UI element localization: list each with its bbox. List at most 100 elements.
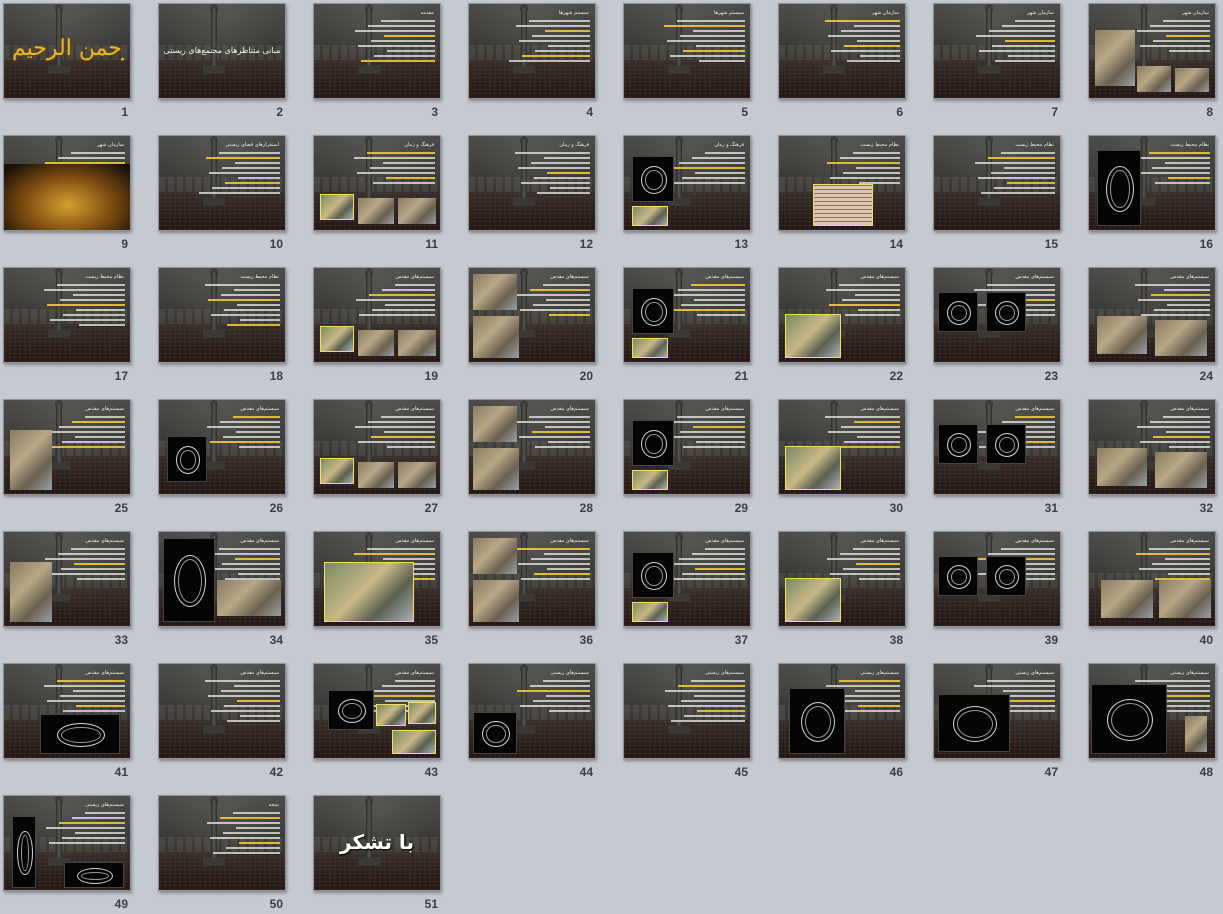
slide-thumbnail[interactable]: سیستم‌های مقدس	[623, 267, 751, 363]
slide-thumbnail[interactable]: نظام محیط زیست	[933, 135, 1061, 231]
slide-cell: مقدمه 3	[312, 2, 441, 122]
slide-thumbnail[interactable]: نظام محیط زیست	[158, 267, 286, 363]
slide-thumbnail[interactable]: سیستم‌های مقدس	[468, 399, 596, 495]
slide-thumbnail[interactable]: سیستم‌های مقدس	[778, 399, 906, 495]
text-line	[668, 705, 745, 707]
slide-thumbnail[interactable]: سازمان شهر	[3, 135, 131, 231]
slide-thumbnail[interactable]: سیستم‌های مقدس	[933, 399, 1061, 495]
slide-thumbnail[interactable]: سیستم‌های مقدس	[313, 663, 441, 759]
slide-number: 29	[734, 501, 748, 515]
text-line	[840, 553, 900, 555]
text-line	[828, 35, 900, 37]
slide-thumbnail[interactable]: سیستم‌های زیستی	[623, 663, 751, 759]
slide-thumbnail[interactable]: سیستم‌های مقدس	[313, 531, 441, 627]
slide-number: 15	[1044, 237, 1058, 251]
text-line	[354, 553, 435, 555]
text-line	[207, 426, 280, 428]
slide-thumbnail[interactable]: سیستم‌های مقدس	[468, 267, 596, 363]
slide-body-text	[198, 152, 280, 197]
text-line	[856, 167, 900, 169]
slide-thumbnail[interactable]: استقرارهای فضای زیستی	[158, 135, 286, 231]
slide-thumbnail[interactable]: سیستم‌های مقدس	[3, 531, 131, 627]
slide-thumbnail[interactable]: سیستم‌های مقدس	[623, 531, 751, 627]
slide-thumbnail[interactable]: فرهنگ و زمان	[468, 135, 596, 231]
slide-thumbnail[interactable]: سازمان شهر	[778, 3, 906, 99]
text-line	[988, 553, 1055, 555]
text-line	[361, 60, 435, 62]
text-line	[680, 35, 745, 37]
text-line	[358, 441, 435, 443]
slide-thumbnail[interactable]: سیستم‌های مقدس	[158, 531, 286, 627]
slide-cell: سیستم‌های مقدس 22	[777, 266, 906, 386]
slide-thumbnail[interactable]: سیستم‌های مقدس	[3, 663, 131, 759]
slide-thumbnail[interactable]: سیستم‌های مقدس	[778, 531, 906, 627]
text-line	[369, 294, 435, 296]
slide-thumbnail[interactable]: سیستم‌های مقدس	[158, 663, 286, 759]
text-line	[853, 152, 900, 154]
slide-number: 14	[889, 237, 903, 251]
slide-thumbnail[interactable]: سیستم‌های مقدس	[468, 531, 596, 627]
slide-image	[376, 704, 406, 726]
text-line	[860, 55, 900, 57]
text-line	[210, 837, 280, 839]
slide-thumbnail[interactable]: مبانی متناظرهای مجتمع‌های زیستی	[158, 3, 286, 99]
text-line	[1151, 294, 1210, 296]
text-line	[239, 446, 280, 448]
slide-thumbnail[interactable]: سیستم‌های مقدس	[313, 267, 441, 363]
slide-thumbnail[interactable]: فرهنگ و زمان	[313, 135, 441, 231]
text-line	[543, 284, 590, 286]
slide-thumbnail[interactable]: سیستم‌های مقدس	[933, 531, 1061, 627]
slide-thumbnail[interactable]: بسم الله الرحمن الرحیم	[3, 3, 131, 99]
text-line	[1154, 309, 1210, 311]
slide-thumbnail[interactable]: سیستم‌های مقدس	[158, 399, 286, 495]
slide-image	[632, 338, 668, 358]
text-line	[1137, 30, 1210, 32]
slide-thumbnail[interactable]: سیستم‌های زیستی	[933, 663, 1061, 759]
text-line	[829, 304, 900, 306]
slide-body-text	[508, 284, 590, 319]
slide-thumbnail[interactable]: سیستم‌های مقدس	[1088, 531, 1216, 627]
slide-thumbnail[interactable]: سازمان شهر	[933, 3, 1061, 99]
slide-image	[813, 184, 873, 226]
slide-cell: سیستم‌های زیستی 46	[777, 662, 906, 782]
text-line	[1164, 685, 1210, 687]
slide-image	[167, 436, 207, 482]
slide-thumbnail[interactable]: مقدمه	[313, 3, 441, 99]
text-line	[549, 710, 590, 712]
slide-thumbnail[interactable]: فرهنگ و زمان	[623, 135, 751, 231]
text-line	[381, 20, 435, 22]
slide-thumbnail[interactable]: سیستم شهرها	[623, 3, 751, 99]
text-line	[73, 294, 125, 296]
slide-thumbnail[interactable]: با تشکر	[313, 795, 441, 891]
slide-thumbnail[interactable]: سیستم‌های زیستی	[778, 663, 906, 759]
slide-thumbnail[interactable]: نظام محیط زیست	[778, 135, 906, 231]
text-line	[856, 563, 900, 565]
slide-thumbnail[interactable]: سیستم‌های مقدس	[3, 399, 131, 495]
slide-thumbnail[interactable]: سیستم‌های مقدس	[313, 399, 441, 495]
slide-title: مقدمه	[420, 10, 434, 16]
slide-image	[320, 326, 354, 352]
slide-thumbnail[interactable]: سیستم‌های مقدس	[1088, 399, 1216, 495]
text-line	[220, 817, 280, 819]
slide-thumbnail[interactable]: سیستم‌های مقدس	[778, 267, 906, 363]
slide-thumbnail[interactable]: سیستم‌های زیستی	[3, 795, 131, 891]
slide-thumbnail[interactable]: سیستم‌های زیستی	[1088, 663, 1216, 759]
slide-thumbnail[interactable]: سیستم‌های مقدس	[623, 399, 751, 495]
slide-body-text	[198, 284, 280, 329]
slide-thumbnail[interactable]: نظام محیط زیست	[1088, 135, 1216, 231]
slide-thumbnail[interactable]: سیستم‌های زیستی	[468, 663, 596, 759]
text-line	[670, 55, 745, 57]
text-line	[1167, 304, 1210, 306]
text-line	[44, 685, 125, 687]
text-line	[77, 578, 125, 580]
text-line	[699, 60, 745, 62]
slide-thumbnail[interactable]: سیستم‌های مقدس	[1088, 267, 1216, 363]
text-line	[209, 568, 280, 570]
slide-thumbnail[interactable]: نظام محیط زیست	[3, 267, 131, 363]
text-line	[842, 299, 900, 301]
slide-thumbnail[interactable]: سیستم شهرها	[468, 3, 596, 99]
slide-thumbnail[interactable]: نتیجه	[158, 795, 286, 891]
slide-thumbnail[interactable]: سیستم‌های مقدس	[933, 267, 1061, 363]
slide-number: 22	[889, 369, 903, 383]
slide-thumbnail[interactable]: سازمان شهر	[1088, 3, 1216, 99]
